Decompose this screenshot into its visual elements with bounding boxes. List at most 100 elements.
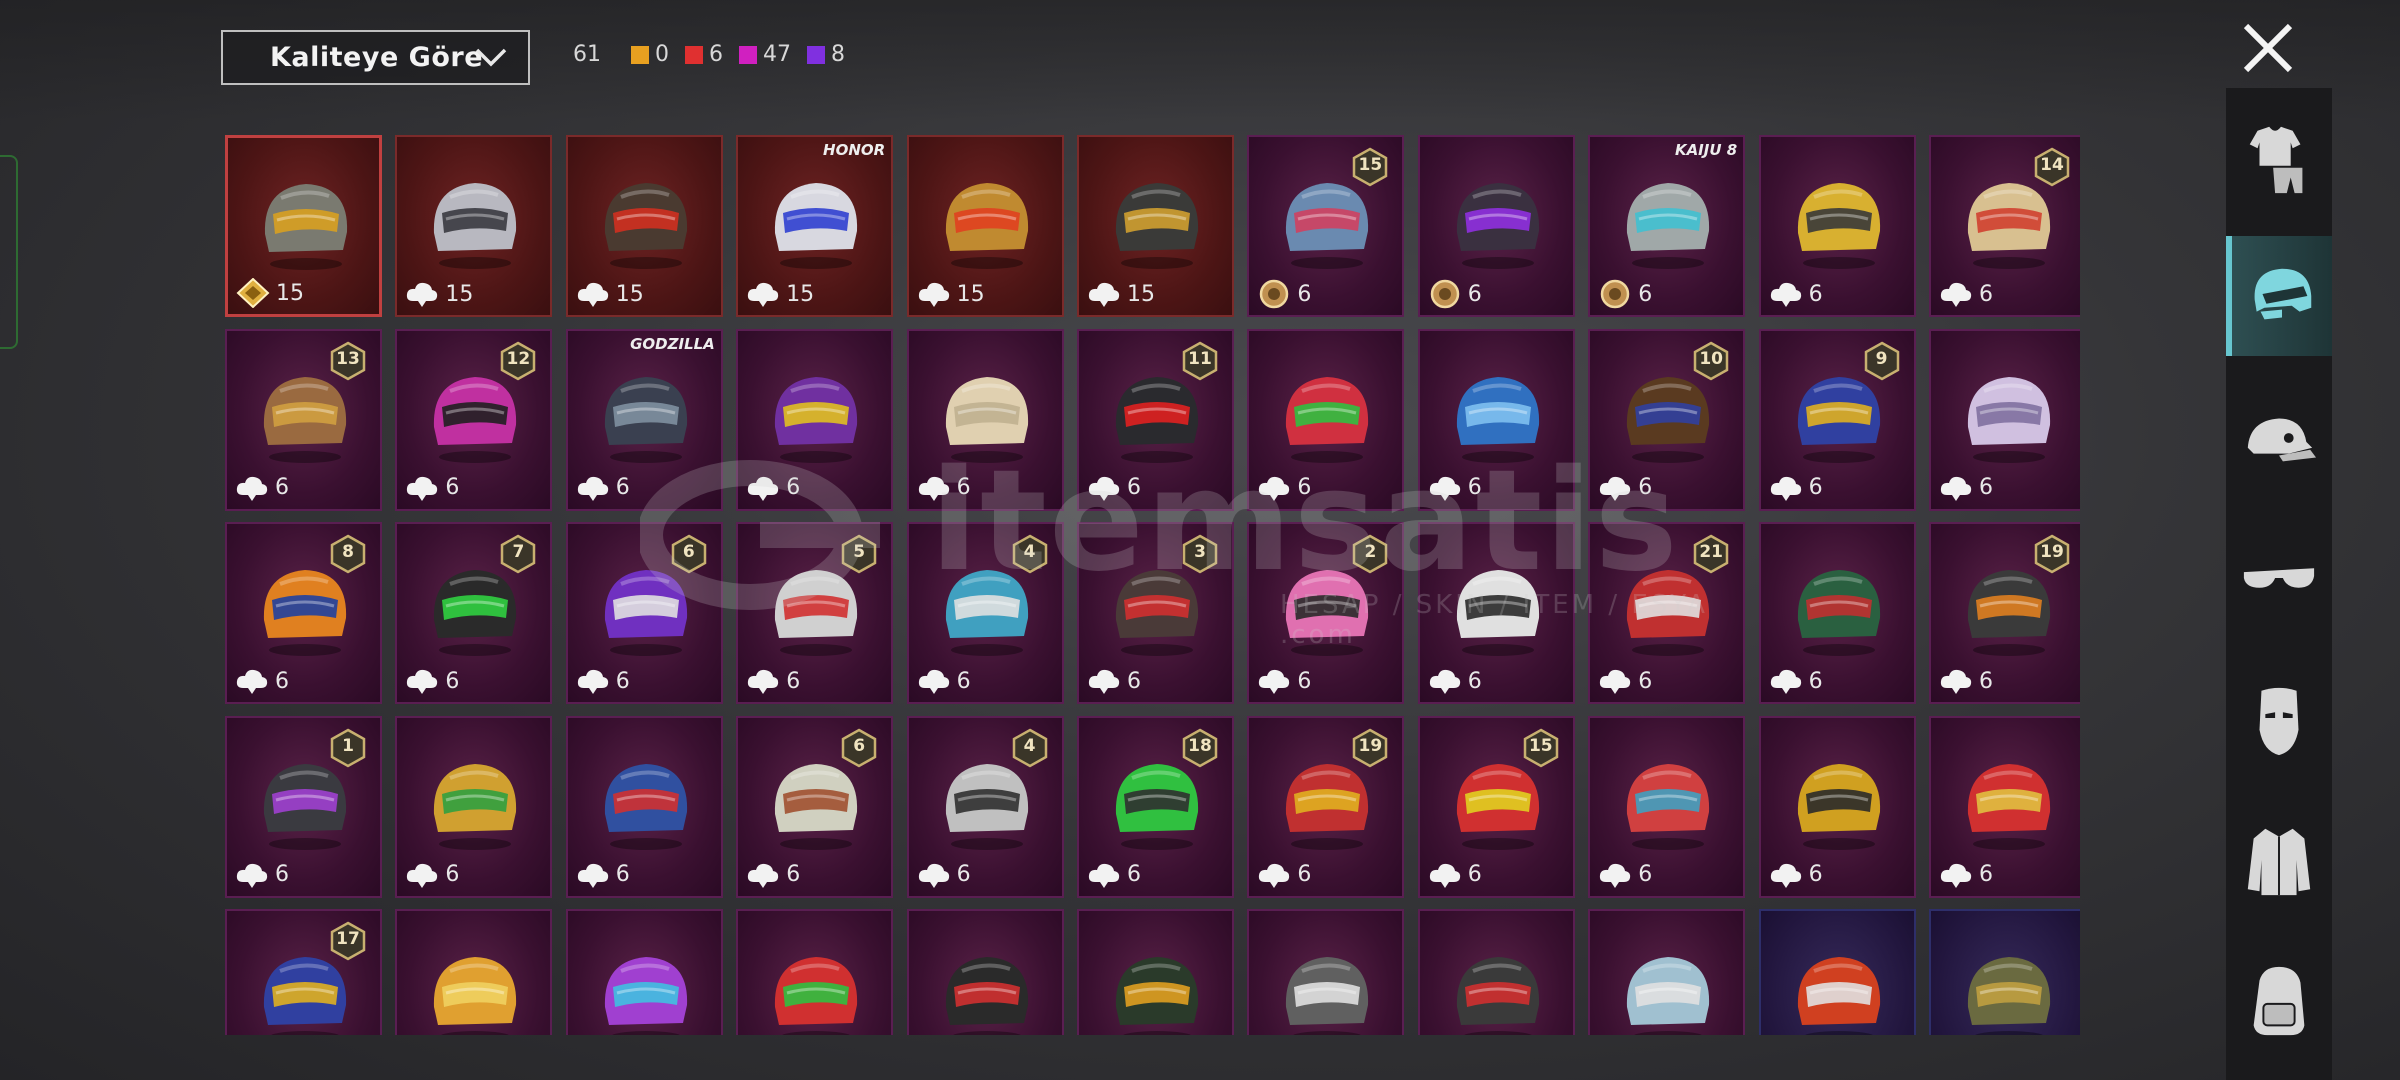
item-tile[interactable]: 96 bbox=[1758, 328, 1916, 511]
item-tile[interactable]: 6 bbox=[1929, 328, 2080, 511]
level-badge: 2 bbox=[1352, 534, 1388, 574]
item-tile[interactable] bbox=[1758, 909, 1916, 1035]
item-cost: 6 bbox=[405, 666, 459, 696]
sidebar-item-hat[interactable] bbox=[2226, 378, 2332, 498]
item-cost: 6 bbox=[1087, 666, 1141, 696]
item-tile[interactable]: 6 bbox=[565, 715, 723, 898]
item-cost: 6 bbox=[576, 666, 630, 696]
item-tile[interactable]: 15 bbox=[395, 135, 553, 317]
count-rare: 8 bbox=[807, 42, 845, 67]
item-tile[interactable]: 6 bbox=[1417, 135, 1575, 317]
level-badge-value: 2 bbox=[1364, 542, 1377, 562]
item-tile[interactable]: 26 bbox=[1247, 522, 1405, 704]
item-tile[interactable]: GODZILLA 6 bbox=[565, 328, 723, 511]
item-tile[interactable]: 36 bbox=[1077, 522, 1234, 704]
item-tile[interactable]: 76 bbox=[395, 522, 553, 704]
item-tile[interactable]: 11 6 bbox=[1077, 328, 1234, 511]
category-sidebar bbox=[2226, 88, 2332, 1080]
item-tile[interactable] bbox=[1417, 909, 1575, 1035]
item-cost: 6 bbox=[1598, 473, 1652, 503]
level-badge: 15 bbox=[1523, 728, 1559, 768]
cloud-icon bbox=[577, 282, 608, 307]
sort-dropdown[interactable]: Kaliteye Göre bbox=[221, 30, 530, 85]
level-badge-value: 14 bbox=[2040, 155, 2064, 175]
item-tile[interactable]: 6 bbox=[395, 715, 553, 898]
item-tile[interactable] bbox=[1929, 909, 2080, 1035]
item-tile[interactable]: 6 bbox=[1929, 715, 2080, 898]
coin-icon bbox=[1430, 279, 1460, 309]
item-tile[interactable]: 15 bbox=[906, 135, 1064, 317]
sidebar-item-backpack[interactable] bbox=[2226, 940, 2332, 1060]
helmet-icon bbox=[264, 184, 348, 270]
count-mythic-value: 6 bbox=[709, 42, 723, 67]
item-tile[interactable]: 86 bbox=[225, 522, 382, 704]
item-tile[interactable] bbox=[906, 909, 1064, 1035]
sidebar-item-jacket[interactable] bbox=[2226, 800, 2332, 920]
item-tile[interactable]: KAIJU 8 6 bbox=[1588, 135, 1746, 317]
sidebar-item-glasses[interactable] bbox=[2226, 518, 2332, 638]
level-badge: 17 bbox=[330, 921, 366, 961]
cloud-icon bbox=[918, 476, 949, 501]
item-tile[interactable]: 6 bbox=[736, 328, 894, 511]
item-tile[interactable]: 16 bbox=[225, 715, 382, 898]
helmet-icon bbox=[1286, 957, 1369, 1035]
close-icon[interactable] bbox=[2240, 20, 2296, 76]
item-tile[interactable] bbox=[395, 909, 553, 1035]
item-tile[interactable]: 46 bbox=[906, 715, 1064, 898]
item-tile[interactable]: 19 6 bbox=[1929, 522, 2080, 704]
item-tile[interactable]: 19 6 bbox=[1247, 715, 1405, 898]
item-tile[interactable]: HONOR 15 bbox=[736, 135, 894, 317]
level-badge: 6 bbox=[841, 728, 877, 768]
count-epic-value: 47 bbox=[763, 42, 791, 67]
item-tile[interactable] bbox=[1588, 909, 1746, 1035]
level-badge: 3 bbox=[1182, 534, 1218, 574]
item-tile[interactable]: 46 bbox=[906, 522, 1064, 704]
cloud-icon bbox=[577, 669, 608, 694]
item-tile[interactable] bbox=[736, 909, 894, 1035]
item-tile[interactable]: 6 bbox=[1417, 328, 1575, 511]
item-tile[interactable]: 15 6 bbox=[1417, 715, 1575, 898]
item-tile[interactable]: 6 bbox=[1758, 135, 1916, 317]
item-tile[interactable] bbox=[565, 909, 723, 1035]
item-cost-value: 6 bbox=[1127, 475, 1141, 500]
item-tile[interactable]: 66 bbox=[565, 522, 723, 704]
item-cost: 6 bbox=[746, 666, 800, 696]
item-tile[interactable]: 10 6 bbox=[1588, 328, 1746, 511]
item-tile[interactable]: 15 bbox=[225, 135, 382, 317]
item-tile[interactable]: 6 bbox=[1758, 715, 1916, 898]
left-edge-tab[interactable] bbox=[0, 155, 18, 349]
item-tile[interactable]: 15 bbox=[1077, 135, 1234, 317]
item-tile[interactable]: 14 6 bbox=[1929, 135, 2080, 317]
item-tile[interactable]: 66 bbox=[736, 715, 894, 898]
item-tile[interactable]: 56 bbox=[736, 522, 894, 704]
item-tile[interactable]: 13 6 bbox=[225, 328, 382, 511]
helmet-icon bbox=[1115, 183, 1199, 269]
helmet-icon bbox=[1115, 957, 1199, 1035]
sidebar-item-outfit[interactable] bbox=[2226, 98, 2332, 218]
helmet-icon bbox=[604, 376, 687, 463]
helmet-icon bbox=[434, 183, 517, 269]
helmet-icon bbox=[434, 957, 517, 1035]
item-cost-value: 6 bbox=[1467, 668, 1482, 694]
item-tile[interactable]: 6 bbox=[1588, 715, 1746, 898]
level-badge-value: 3 bbox=[1194, 542, 1206, 562]
item-tile[interactable]: 18 6 bbox=[1077, 715, 1234, 898]
item-tile[interactable] bbox=[1247, 909, 1405, 1035]
cloud-icon bbox=[1600, 669, 1631, 694]
level-badge: 14 bbox=[2034, 147, 2070, 187]
item-cost-value: 15 bbox=[276, 280, 304, 306]
item-tile[interactable]: 6 bbox=[906, 328, 1064, 511]
sidebar-item-mask[interactable] bbox=[2226, 660, 2332, 780]
item-tile[interactable]: 17 bbox=[225, 909, 382, 1035]
item-tile[interactable]: 6 bbox=[1758, 522, 1916, 704]
item-tile[interactable]: 21 6 bbox=[1588, 522, 1746, 704]
item-tile[interactable]: 15 bbox=[565, 135, 723, 317]
item-tile[interactable]: 6 bbox=[1247, 328, 1405, 511]
item-cost-value: 6 bbox=[1979, 862, 1993, 887]
item-tile[interactable]: 12 6 bbox=[395, 328, 553, 511]
item-tile[interactable]: 6 bbox=[1417, 522, 1575, 704]
sidebar-item-helmet[interactable] bbox=[2226, 236, 2332, 356]
helmet-icon bbox=[604, 763, 687, 850]
item-tile[interactable] bbox=[1077, 909, 1234, 1035]
item-tile[interactable]: 15 6 bbox=[1247, 135, 1405, 317]
